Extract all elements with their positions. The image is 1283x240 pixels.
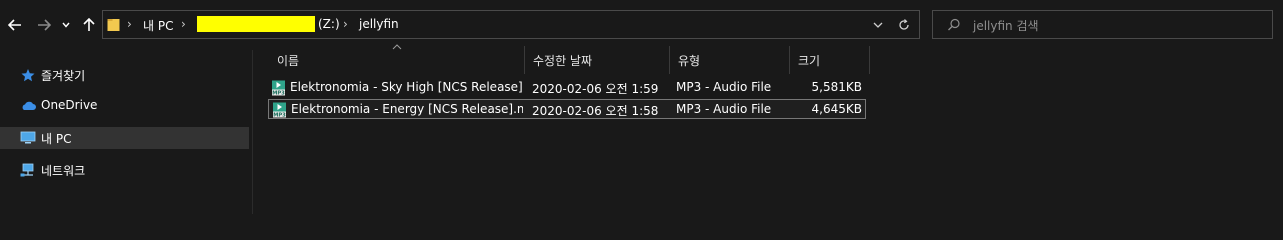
- search-icon: [948, 18, 960, 31]
- navigation-pane: 즐겨찾기 OneDrive 내 PC 네트워크: [0, 50, 252, 214]
- search-placeholder: jellyfin 검색: [973, 19, 1039, 33]
- redacted-drive-name: [197, 16, 315, 32]
- svg-text:MP3: MP3: [273, 113, 286, 118]
- column-header-modified[interactable]: 수정한 날짜: [525, 46, 670, 74]
- sidebar-item-label: 내 PC: [41, 132, 72, 146]
- breadcrumb-separator: ›: [181, 17, 186, 31]
- address-bar[interactable]: › 내 PC › (Z:) › jellyfin: [102, 10, 920, 39]
- refresh-icon: [899, 19, 909, 30]
- sidebar-item-label: 즐겨찾기: [41, 69, 86, 83]
- sidebar-item-onedrive[interactable]: OneDrive: [0, 95, 249, 117]
- breadcrumb-drive[interactable]: (Z:): [318, 17, 340, 31]
- cloud-icon: [22, 101, 36, 110]
- address-history-dropdown[interactable]: [869, 16, 887, 34]
- file-name: Elektronomia - Sky High [NCS Release]...…: [290, 80, 522, 94]
- column-header-name[interactable]: 이름: [269, 46, 525, 74]
- forward-arrow-icon: [38, 19, 51, 31]
- recent-locations-button[interactable]: [58, 14, 74, 36]
- breadcrumb-separator: ›: [127, 17, 132, 31]
- back-button[interactable]: [5, 14, 25, 36]
- column-header-size[interactable]: 크기: [790, 46, 870, 74]
- back-arrow-icon: [8, 19, 21, 31]
- navigation-toolbar: › 내 PC › (Z:) › jellyfin jellyfin 검색: [0, 0, 1283, 50]
- breadcrumb-my-pc[interactable]: 내 PC: [143, 17, 173, 34]
- mp3-file-icon: MP3: [272, 80, 285, 96]
- up-button[interactable]: [79, 14, 99, 36]
- file-modified: 2020-02-06 오전 1:58: [532, 104, 659, 118]
- star-icon: [21, 69, 35, 82]
- file-row[interactable]: MP3 Elektronomia - Energy [NCS Release].…: [268, 99, 866, 119]
- mp3-file-icon: MP3: [273, 102, 286, 118]
- column-header-label: 유형: [678, 53, 701, 68]
- column-header-type[interactable]: 유형: [670, 46, 790, 74]
- svg-text:MP3: MP3: [272, 91, 285, 96]
- sidebar-item-network[interactable]: 네트워크: [0, 159, 249, 181]
- computer-icon: [20, 131, 36, 144]
- chevron-down-icon: [873, 22, 883, 28]
- search-input[interactable]: jellyfin 검색: [932, 10, 1273, 39]
- file-list: 이름 수정한 날짜 유형 크기 MP3 Elektronomia - Sky H…: [253, 44, 1283, 214]
- sidebar-item-label: OneDrive: [41, 98, 98, 112]
- column-header-label: 이름: [277, 53, 300, 68]
- file-modified: 2020-02-06 오전 1:59: [532, 82, 659, 96]
- sidebar-item-my-pc[interactable]: 내 PC: [0, 127, 249, 149]
- file-type: MP3 - Audio File: [676, 80, 772, 94]
- chevron-down-icon: [62, 22, 70, 28]
- forward-button[interactable]: [34, 14, 54, 36]
- folder-icon: [107, 19, 120, 31]
- file-size: 5,581KB: [811, 80, 862, 94]
- refresh-button[interactable]: [895, 16, 913, 34]
- file-row[interactable]: MP3 Elektronomia - Sky High [NCS Release…: [268, 78, 866, 98]
- network-icon: [20, 163, 34, 177]
- breadcrumb-jellyfin[interactable]: jellyfin: [359, 17, 399, 31]
- column-header-label: 수정한 날짜: [533, 53, 593, 68]
- sidebar-item-quick-access[interactable]: 즐겨찾기: [0, 64, 249, 86]
- up-arrow-icon: [83, 18, 95, 31]
- sidebar-item-label: 네트워크: [41, 164, 86, 178]
- file-type: MP3 - Audio File: [676, 102, 772, 116]
- breadcrumb-separator: ›: [343, 17, 348, 31]
- file-name: Elektronomia - Energy [NCS Release].mp3: [291, 102, 523, 116]
- column-header-label: 크기: [798, 53, 821, 68]
- file-size: 4,645KB: [811, 102, 862, 116]
